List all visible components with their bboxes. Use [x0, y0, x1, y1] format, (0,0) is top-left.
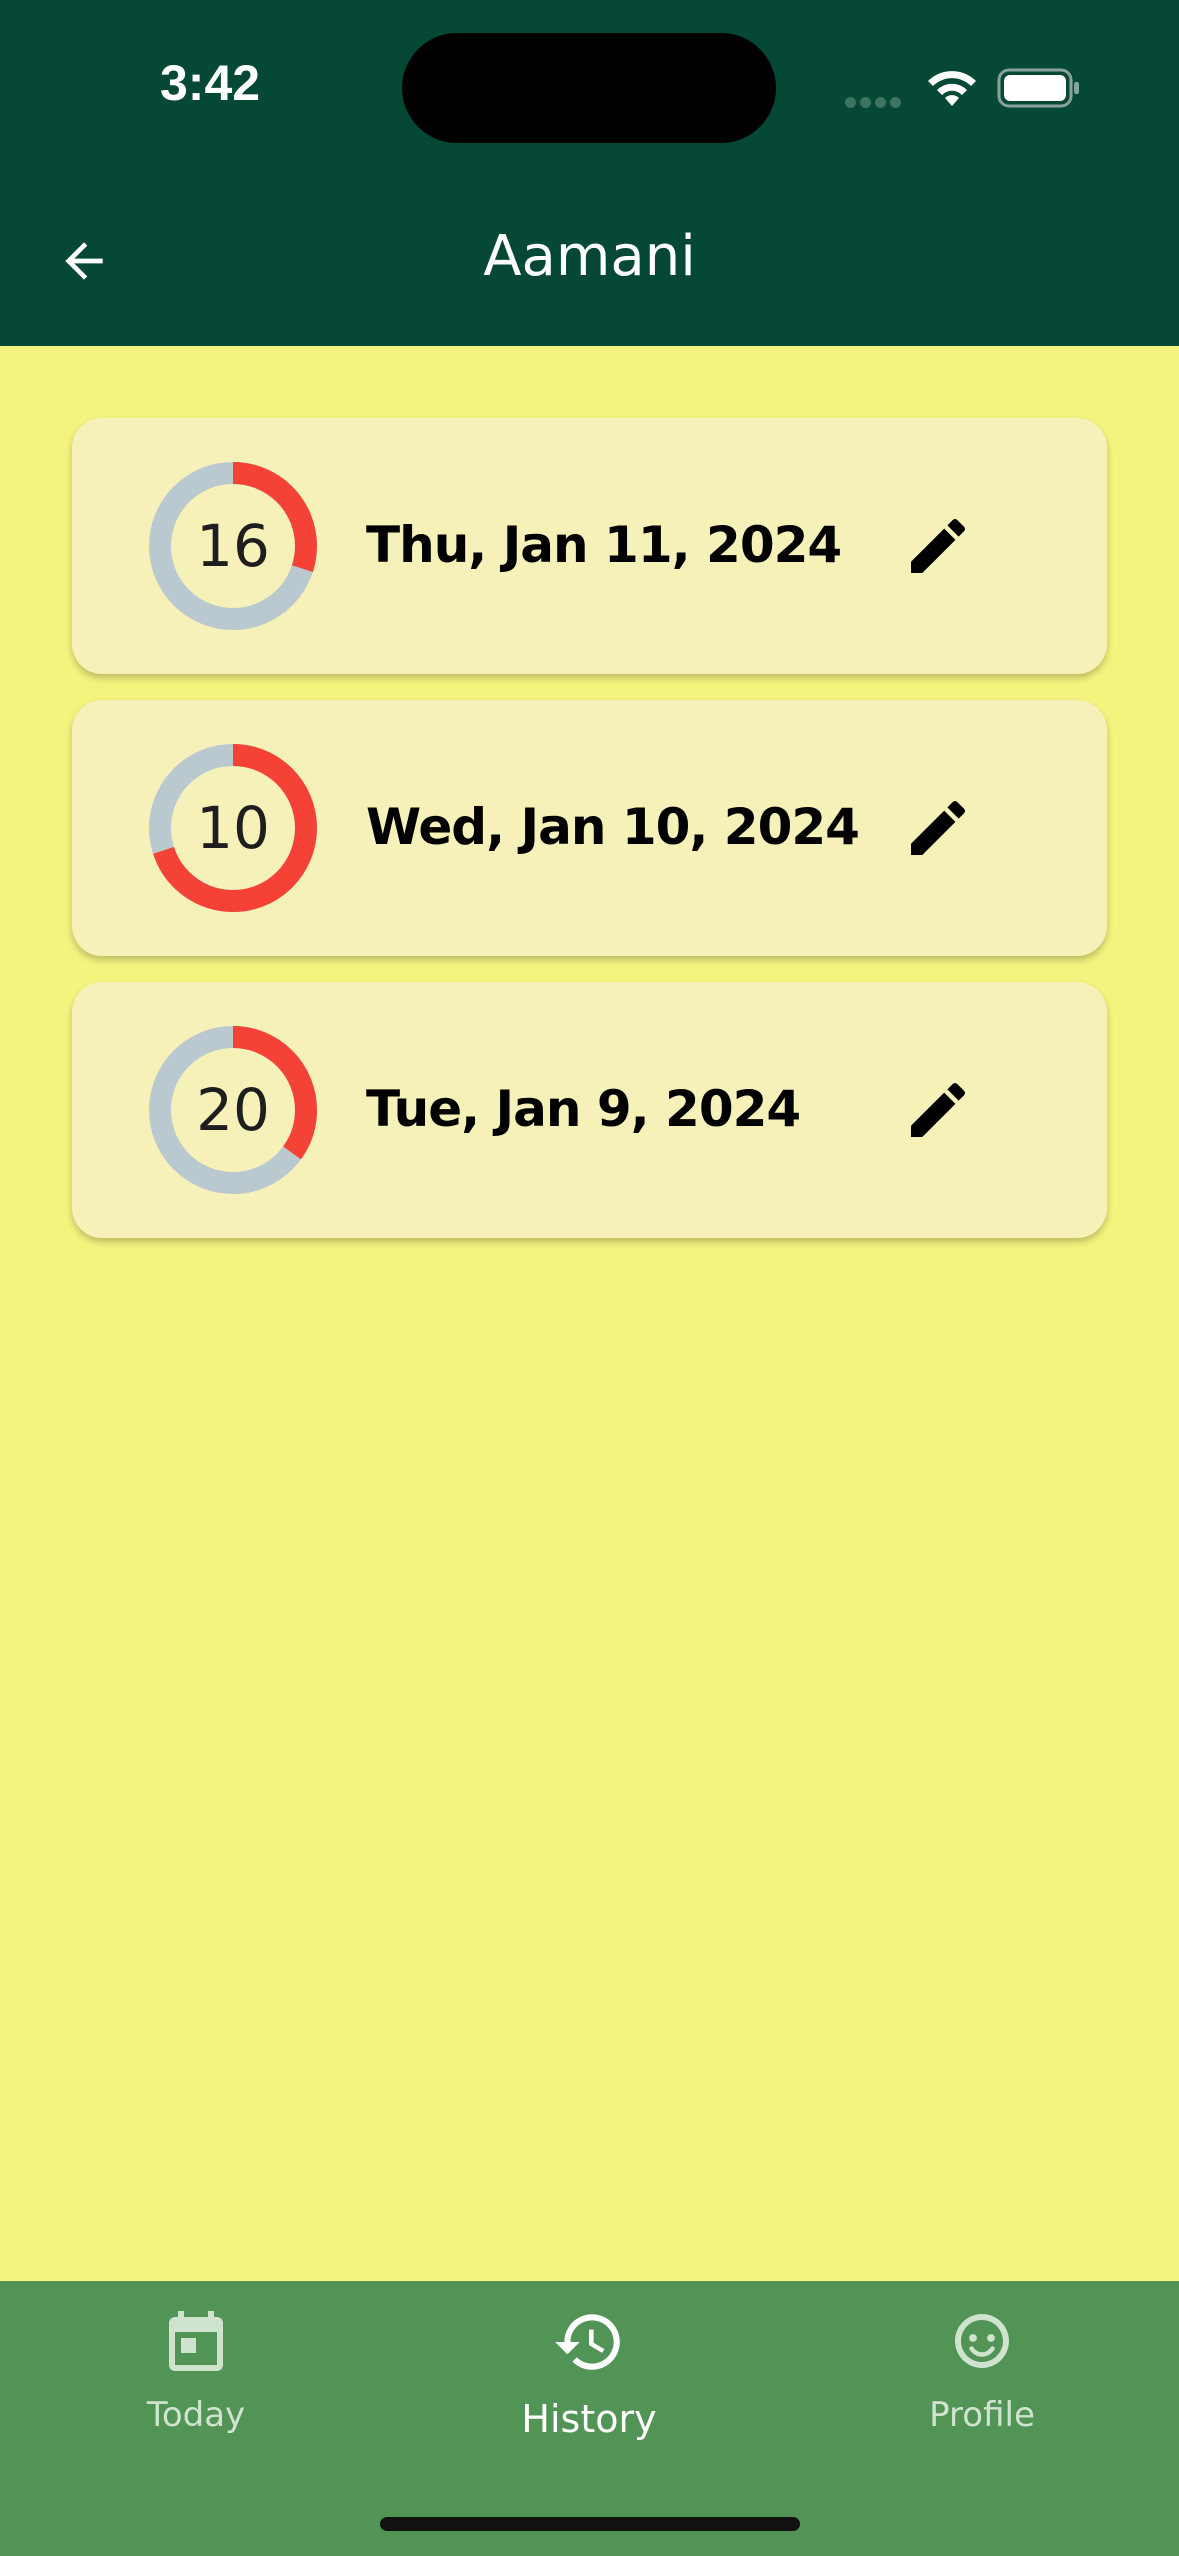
dynamic-island	[402, 33, 776, 143]
history-card[interactable]: 16 Thu, Jan 11, 2024	[72, 418, 1107, 674]
count-value: 10	[196, 794, 270, 862]
bottom-tab-bar: Today History Profile	[0, 2281, 1179, 2556]
entry-date: Wed, Jan 10, 2024	[366, 798, 860, 856]
tab-label: Today	[146, 2395, 246, 2435]
history-icon	[555, 2314, 620, 2370]
progress-ring: 16	[149, 462, 317, 630]
count-value: 16	[196, 512, 270, 580]
tab-history[interactable]: History	[459, 2305, 719, 2441]
cellular-signal-icon	[845, 93, 905, 112]
history-list: 16 Thu, Jan 11, 2024 10 Wed, Jan 10, 202…	[72, 418, 1107, 1264]
tab-profile[interactable]: Profile	[852, 2305, 1112, 2435]
history-card[interactable]: 10 Wed, Jan 10, 2024	[72, 700, 1107, 956]
history-card[interactable]: 20 Tue, Jan 9, 2024	[72, 982, 1107, 1238]
progress-ring: 20	[149, 1026, 317, 1194]
progress-ring: 10	[149, 744, 317, 912]
app-header: Aamani	[0, 180, 1179, 346]
face-icon	[955, 2314, 1009, 2368]
entry-date: Tue, Jan 9, 2024	[366, 1080, 801, 1138]
tab-today[interactable]: Today	[66, 2305, 326, 2435]
entry-date: Thu, Jan 11, 2024	[366, 516, 842, 574]
edit-button[interactable]	[898, 788, 978, 868]
status-time: 3:42	[160, 55, 261, 111]
tab-label: Profile	[929, 2395, 1035, 2435]
count-value: 20	[196, 1076, 270, 1144]
calendar-icon	[169, 2311, 223, 2371]
edit-button[interactable]	[898, 1070, 978, 1150]
battery-icon	[997, 68, 1081, 112]
wifi-icon	[923, 66, 981, 114]
page-title: Aamani	[483, 224, 696, 289]
status-bar: 3:42	[0, 0, 1179, 180]
home-indicator	[380, 2517, 800, 2531]
pencil-icon	[911, 1082, 966, 1137]
edit-button[interactable]	[898, 506, 978, 586]
tab-label: History	[521, 2397, 657, 2441]
pencil-icon	[911, 800, 966, 855]
pencil-icon	[911, 518, 966, 573]
